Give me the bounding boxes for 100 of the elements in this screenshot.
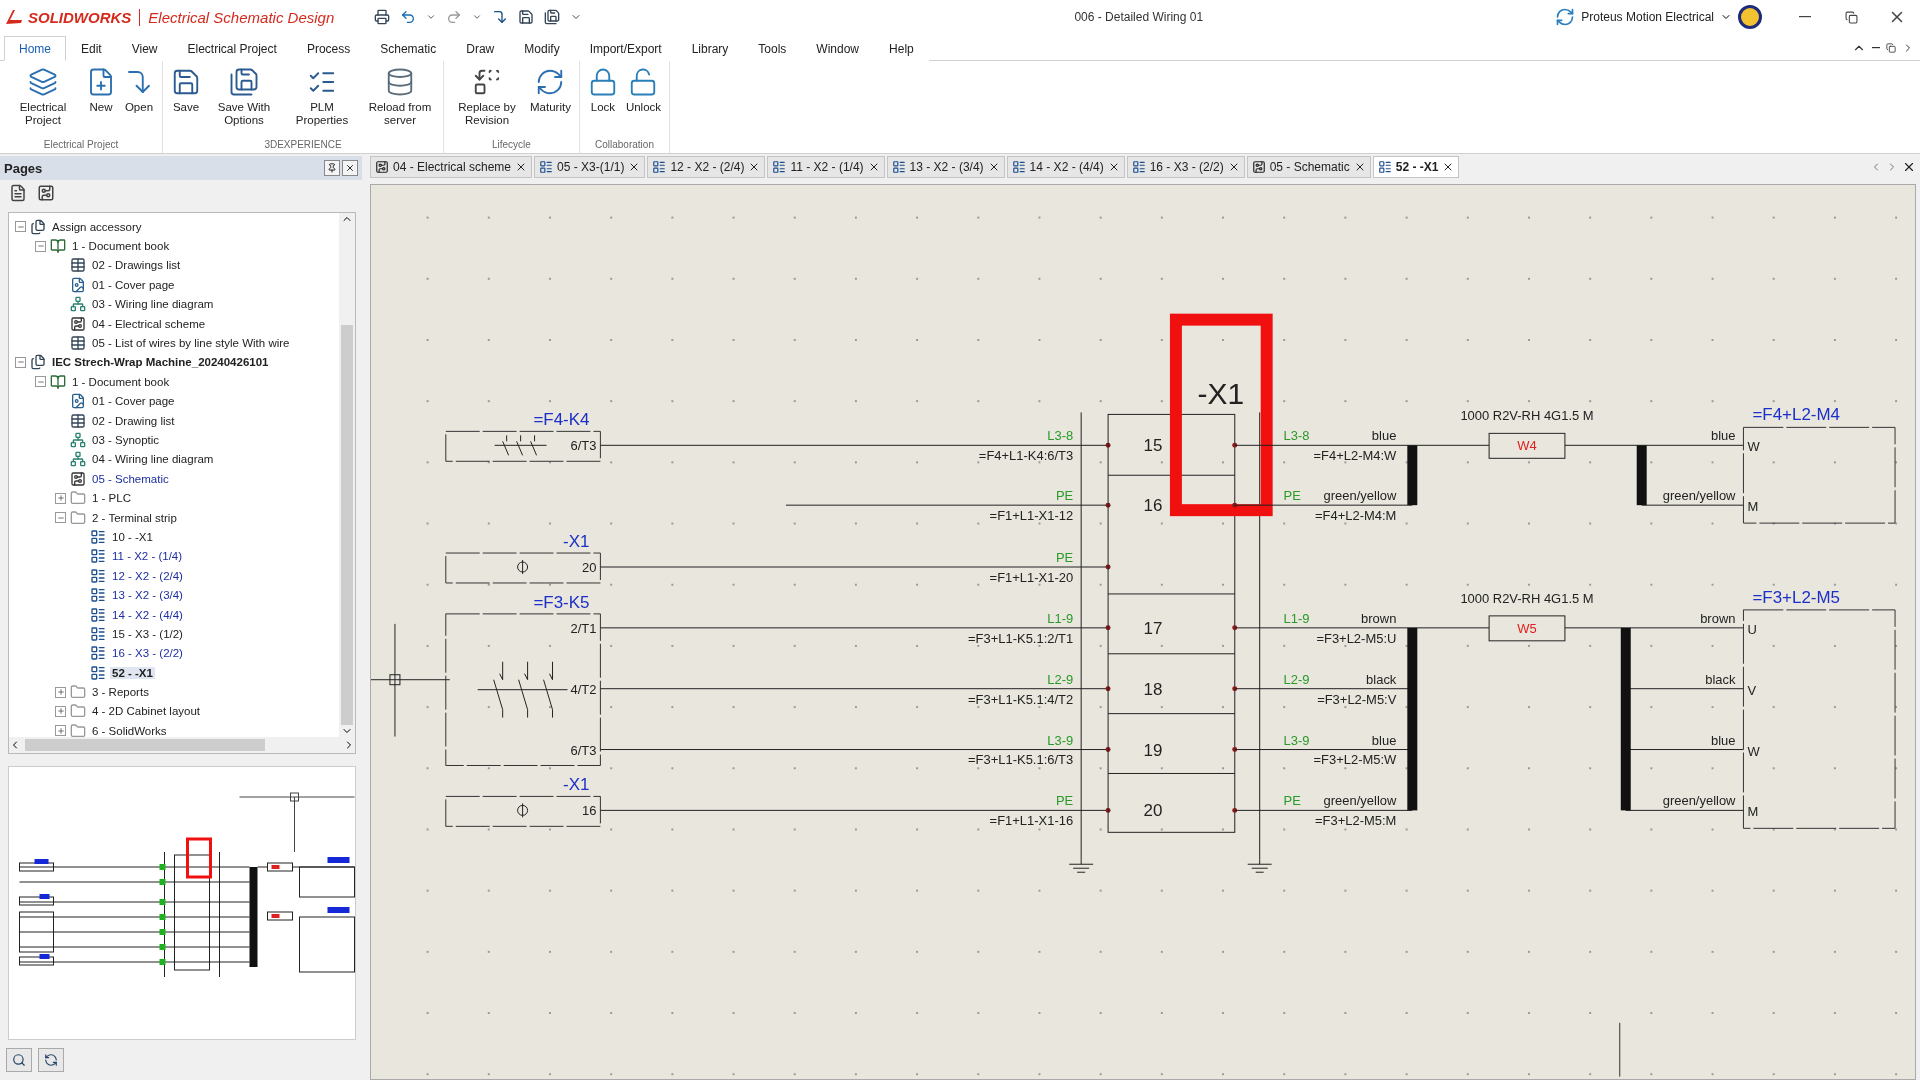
drawing-canvas[interactable] [370,184,1916,1080]
terminal-number: 17 [1143,618,1163,638]
tree-item[interactable]: 02 - Drawing list [90,414,177,427]
print-icon[interactable] [374,9,391,25]
document-tab[interactable]: 04 - Electrical scheme [370,156,533,178]
pin-button[interactable] [324,160,340,176]
avatar[interactable] [1738,5,1762,29]
ribbon-button[interactable]: Unlock [621,65,666,116]
pin-letter: M [1747,499,1759,515]
caret-icon[interactable] [472,12,483,22]
list-icon [1131,160,1146,174]
close-icon[interactable] [1902,160,1916,174]
tree-item[interactable]: 12 - X2 - (2/4) [110,569,185,582]
terminal-symbol-icon [517,802,529,818]
tool-button[interactable] [6,1048,32,1072]
ground-symbol-icon [1068,858,1094,873]
tree-item[interactable]: 03 - Wiring line diagram [90,298,216,311]
ribbon-button[interactable]: Electrical Project [4,65,82,129]
floppy-disks-icon[interactable] [544,9,561,25]
undo-icon[interactable] [400,9,417,25]
document-tab[interactable]: 11 - X2 - (1/4) [767,156,885,178]
tree-item[interactable]: 04 - Electrical scheme [90,317,208,330]
ribbon-button[interactable]: Open [120,65,158,116]
tree-toggle[interactable] [35,376,46,388]
caret-icon[interactable] [426,12,437,22]
tree-toggle[interactable] [15,356,26,368]
save-icon[interactable] [518,9,535,25]
core-color-label: blue [1710,732,1736,748]
close-button[interactable] [342,160,358,176]
tree-item[interactable]: IEC Strech-Wrap Machine_20240426101 [50,356,271,369]
page-icon [9,184,27,202]
ribbon-button[interactable]: Lock [583,65,622,116]
wire-label: PE [1283,488,1301,504]
tree-item[interactable]: 13 - X2 - (3/4) [110,589,185,602]
pin-label: 4/T2 [570,681,597,697]
restore-icon[interactable] [1886,42,1896,53]
tree-toggle[interactable] [55,725,66,737]
tree-toggle[interactable] [55,686,66,698]
tree-item[interactable]: 14 - X2 - (4/4) [110,608,185,621]
ribbon-button[interactable]: Save [167,65,205,116]
list-icon [891,160,906,174]
tree-item[interactable]: 05 - Schematic [90,472,171,485]
tree-item[interactable]: Assign accessory [50,220,144,233]
book-icon [50,238,66,255]
cable-spec: 1000 R2V-RH 4G1.5 M [1460,408,1594,424]
terminal-number: 20 [1143,801,1163,821]
tool-button[interactable] [36,183,56,203]
tree-item[interactable]: 3 - Reports [90,686,151,699]
document-tab[interactable]: 05 - X3-(1/1) [534,156,646,178]
tree-item[interactable]: 04 - Wiring line diagram [90,453,216,466]
tree-toggle[interactable] [55,492,66,504]
list-icon [90,625,106,642]
strip-label: -X1 [1197,377,1245,411]
tree-toggle[interactable] [15,221,26,233]
tree-item[interactable]: 1 - Document book [70,240,172,253]
ribbon-button[interactable]: Replace by Revision [448,65,526,129]
ribbon-button[interactable]: New [82,65,120,116]
tree-item[interactable]: 52 - -X1 [110,666,155,679]
ribbon-button[interactable]: Reload from server [361,65,439,129]
menu-tab[interactable]: Home [4,36,66,61]
document-tab[interactable]: 52 - -X1 [1372,156,1460,178]
tree-item[interactable]: 16 - X3 - (2/2) [110,647,185,660]
ribbon-button[interactable]: Save With Options [205,65,283,129]
minimize-icon[interactable] [1872,46,1880,49]
arrow-icon[interactable] [492,9,509,25]
image-file-icon [70,276,86,293]
tree-item[interactable]: 11 - X2 - (1/4) [110,550,185,563]
tree-item[interactable]: 1 - Document book [70,375,172,388]
tree-item[interactable]: 6 - SolidWorks [90,724,169,737]
tree-item[interactable]: 2 - Terminal strip [90,511,179,524]
document-tab[interactable]: 12 - X2 - (2/4) [647,156,766,178]
document-tab[interactable]: 05 - Schematic [1246,156,1371,178]
scrollbar[interactable] [339,213,355,737]
tree-toggle[interactable] [55,512,66,524]
ribbon-button[interactable]: PLM Properties [283,65,361,129]
tree-item[interactable]: 01 - Cover page [90,395,177,408]
cable-name: W4 [1517,438,1537,454]
tree-toggle[interactable] [55,705,66,717]
tree-item[interactable]: 01 - Cover page [90,278,177,291]
document-tab[interactable]: 13 - X2 - (3/4) [886,156,1005,178]
ribbon-button[interactable]: Maturity [526,65,575,116]
tree-item[interactable]: 4 - 2D Cabinet layout [90,705,203,718]
tree-toggle[interactable] [35,240,46,252]
pin-letter: U [1747,621,1757,637]
tool-button[interactable] [8,183,28,203]
redo-icon[interactable] [446,9,463,25]
tree-item[interactable]: 15 - X3 - (1/2) [110,627,185,640]
scrollbar[interactable] [9,737,355,753]
tree-item[interactable]: 02 - Drawings list [90,259,183,272]
network-icon [70,432,86,448]
tree-item[interactable]: 05 - List of wires by line style With wire [90,337,292,350]
account-name[interactable]: Proteus Motion Electrical [1581,10,1714,24]
tree-item[interactable]: 03 - Synoptic [90,434,162,446]
tree-item[interactable]: 1 - PLC [90,492,133,505]
list-icon [1011,160,1026,174]
tool-button[interactable] [38,1048,64,1072]
document-tab[interactable]: 16 - X3 - (2/2) [1126,156,1245,178]
document-tab[interactable]: 14 - X2 - (4/4) [1006,156,1125,178]
tree-item[interactable]: 10 - -X1 [110,530,155,543]
book-icon [50,373,66,390]
